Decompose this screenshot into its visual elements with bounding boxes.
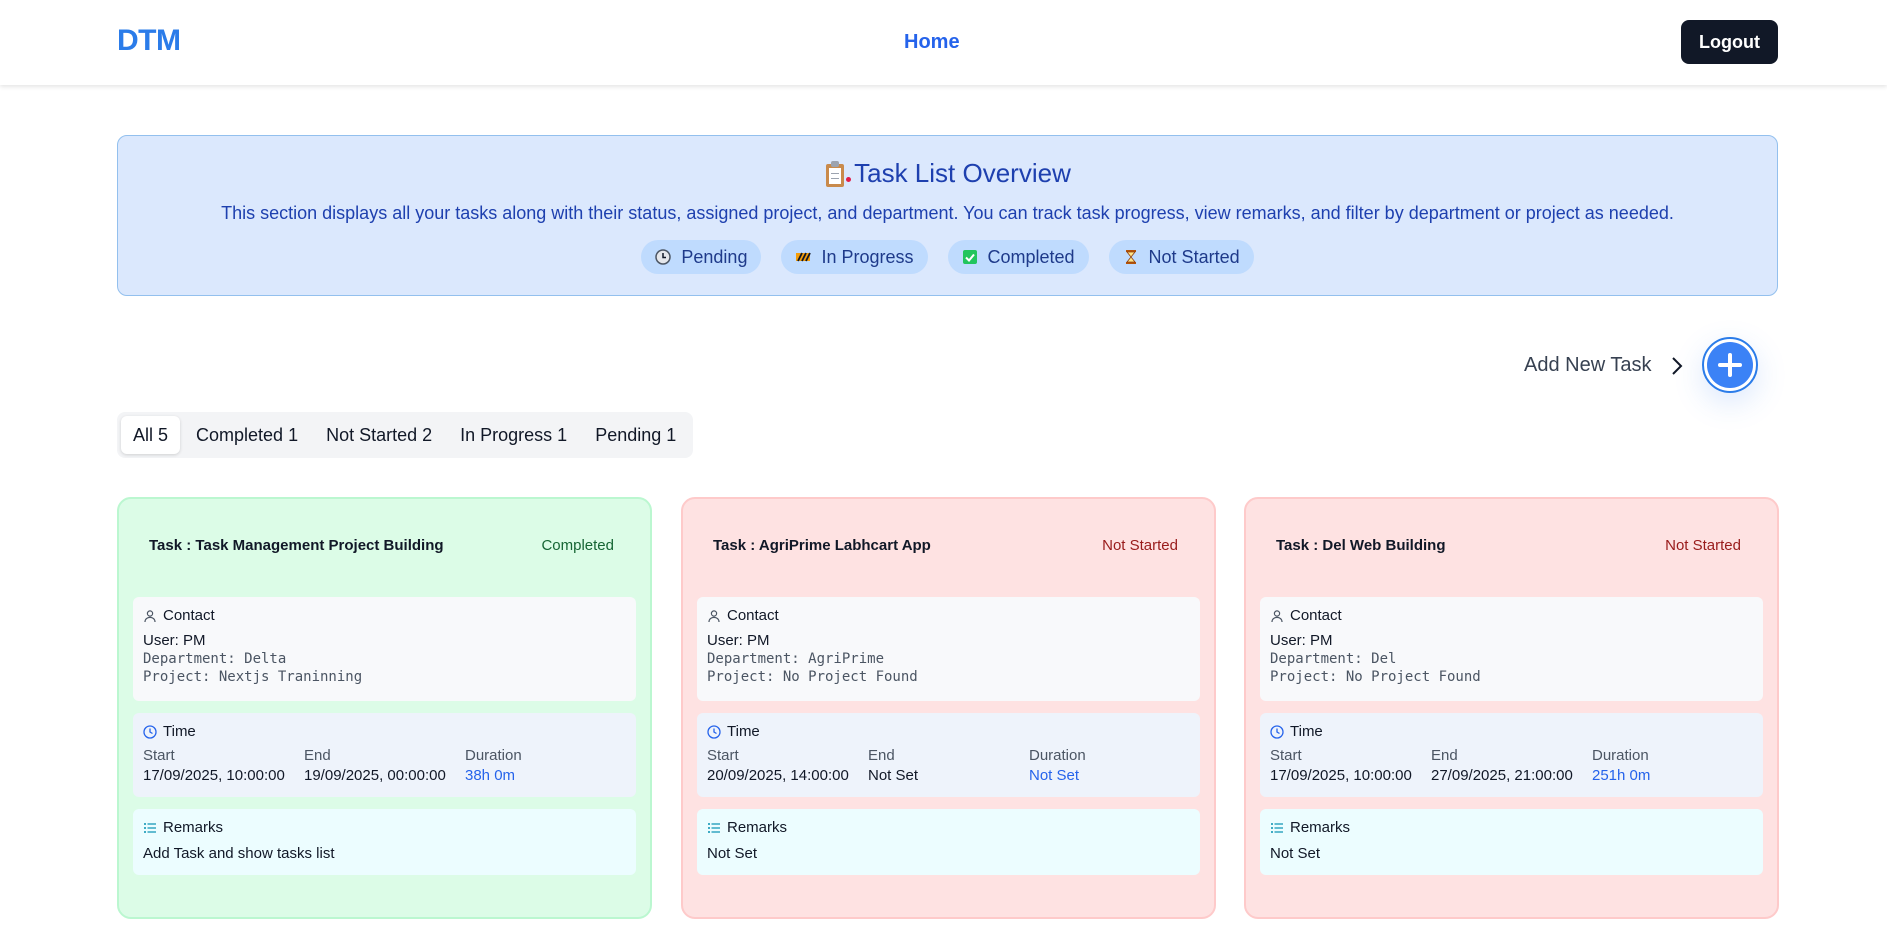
contact-section: Contact User: PM Department: Delta Proje…: [133, 597, 636, 701]
remark-text: Add Task and show tasks list: [143, 845, 335, 862]
user-icon: [708, 609, 720, 622]
section-label: Time: [163, 723, 196, 740]
legend-in-progress: In Progress: [781, 240, 928, 274]
task-card[interactable]: Task : Del Web Building Not Started Cont…: [1244, 497, 1779, 919]
filter-tab-all[interactable]: All 5: [121, 416, 181, 454]
status-badge: Not Started: [1665, 537, 1741, 554]
legend-label: Pending: [681, 246, 748, 267]
user-icon: [144, 609, 156, 622]
time-section: Time Start 17/09/2025, 10:00:00 End 27/09/…: [1260, 713, 1763, 797]
clipboard-icon: [824, 160, 852, 187]
plus-icon: [1707, 342, 1753, 388]
clock-icon: [707, 724, 721, 739]
task-title: Task : Del Web Building: [1276, 537, 1446, 554]
app-logo[interactable]: DTM: [117, 24, 181, 58]
task-title: Task : Task Management Project Building: [149, 537, 444, 554]
task-card[interactable]: Task : Task Management Project Building …: [117, 497, 652, 919]
time-section: Time Start 17/09/2025, 10:00:00 End 19/09/…: [133, 713, 636, 797]
filter-tab-completed[interactable]: Completed 1: [184, 416, 310, 454]
section-label: Remarks: [727, 819, 788, 836]
status-badge: Not Started: [1102, 537, 1178, 554]
start-label: Start: [143, 747, 175, 764]
start-value: 17/09/2025, 10:00:00: [1270, 767, 1412, 784]
add-task-button[interactable]: [1702, 337, 1758, 393]
legend-pending: Pending: [641, 240, 762, 274]
task-project: Project: No Project Found: [1270, 669, 1481, 685]
duration-value: 38h 0m: [465, 767, 516, 784]
add-new-task-label[interactable]: Add New Task: [1524, 354, 1651, 377]
overview-description: This section displays all your tasks alo…: [221, 203, 1674, 223]
start-value: 17/09/2025, 10:00:00: [143, 767, 285, 784]
clock-icon: [1270, 724, 1284, 739]
section-label: Time: [1290, 723, 1323, 740]
remarks-section: Remarks Not Set: [697, 809, 1200, 875]
list-icon: [144, 822, 156, 833]
list-icon: [708, 822, 720, 833]
task-user: User: PM: [1270, 632, 1333, 649]
duration-label: Duration: [1592, 747, 1649, 764]
hourglass-icon: [1125, 250, 1136, 264]
task-department: Department: AgriPrime: [707, 651, 885, 667]
clock-icon: [143, 724, 157, 739]
section-label: Time: [727, 723, 760, 740]
filter-tab-pending[interactable]: Pending 1: [583, 416, 688, 454]
task-overview-banner: Task List Overview This section displays…: [117, 135, 1778, 296]
task-card[interactable]: Task : AgriPrime Labhcart App Not Starte…: [681, 497, 1216, 919]
start-label: Start: [1270, 747, 1302, 764]
chevron-right-icon: [1672, 357, 1683, 375]
duration-value: 251h 0m: [1592, 767, 1651, 784]
legend-label: Completed: [987, 246, 1075, 267]
status-legend: Pending In Progress Completed Not Starte…: [118, 240, 1777, 274]
end-label: End: [304, 747, 331, 764]
task-department: Department: Del: [1270, 651, 1397, 667]
start-value: 20/09/2025, 14:00:00: [707, 767, 849, 784]
end-value: Not Set: [868, 767, 919, 784]
status-filter-tabs: All 5 Completed 1 Not Started 2 In Progr…: [117, 412, 693, 458]
task-user: User: PM: [143, 632, 206, 649]
end-value: 19/09/2025, 00:00:00: [304, 767, 446, 784]
task-title: Task : AgriPrime Labhcart App: [713, 537, 931, 554]
list-icon: [1271, 822, 1283, 833]
end-label: End: [1431, 747, 1458, 764]
task-department: Department: Delta: [143, 651, 287, 667]
remarks-section: Remarks Not Set: [1260, 809, 1763, 875]
overview-title: Task List Overview: [118, 158, 1777, 189]
task-user: User: PM: [707, 632, 770, 649]
task-project: Project: No Project Found: [707, 669, 918, 685]
top-navbar: DTM Home Logout: [0, 0, 1887, 85]
contact-section: Contact User: PM Department: AgriPrime P…: [697, 597, 1200, 701]
remark-text: Not Set: [707, 845, 758, 862]
time-section: Time Start 20/09/2025, 14:00:00 End Not Se…: [697, 713, 1200, 797]
end-label: End: [868, 747, 895, 764]
section-label: Remarks: [163, 819, 224, 836]
contact-section: Contact User: PM Department: Del Project…: [1260, 597, 1763, 701]
legend-not-started: Not Started: [1108, 240, 1254, 274]
task-project: Project: Nextjs Traninning: [143, 669, 363, 685]
clock-icon: [655, 249, 672, 265]
filter-tab-not-started[interactable]: Not Started 2: [314, 416, 444, 454]
logout-button[interactable]: Logout: [1681, 20, 1778, 64]
section-label: Contact: [727, 607, 779, 624]
duration-value: Not Set: [1029, 767, 1080, 784]
section-label: Contact: [163, 607, 215, 624]
legend-label: In Progress: [821, 246, 914, 267]
end-value: 27/09/2025, 21:00:00: [1431, 767, 1573, 784]
duration-label: Duration: [465, 747, 522, 764]
duration-label: Duration: [1029, 747, 1086, 764]
legend-label: Not Started: [1148, 246, 1240, 267]
remark-text: Not Set: [1270, 845, 1321, 862]
check-box-icon: [962, 250, 977, 264]
section-label: Contact: [1290, 607, 1342, 624]
start-label: Start: [707, 747, 739, 764]
section-label: Remarks: [1290, 819, 1351, 836]
user-icon: [1271, 609, 1283, 622]
legend-completed: Completed: [947, 240, 1089, 274]
construction-icon: [796, 252, 812, 262]
status-badge: Completed: [541, 537, 614, 554]
remarks-section: Remarks Add Task and show tasks list: [133, 809, 636, 875]
overview-title-text: Task List Overview: [854, 158, 1071, 188]
filter-tab-in-progress[interactable]: In Progress 1: [448, 416, 579, 454]
nav-home-link[interactable]: Home: [904, 31, 960, 54]
